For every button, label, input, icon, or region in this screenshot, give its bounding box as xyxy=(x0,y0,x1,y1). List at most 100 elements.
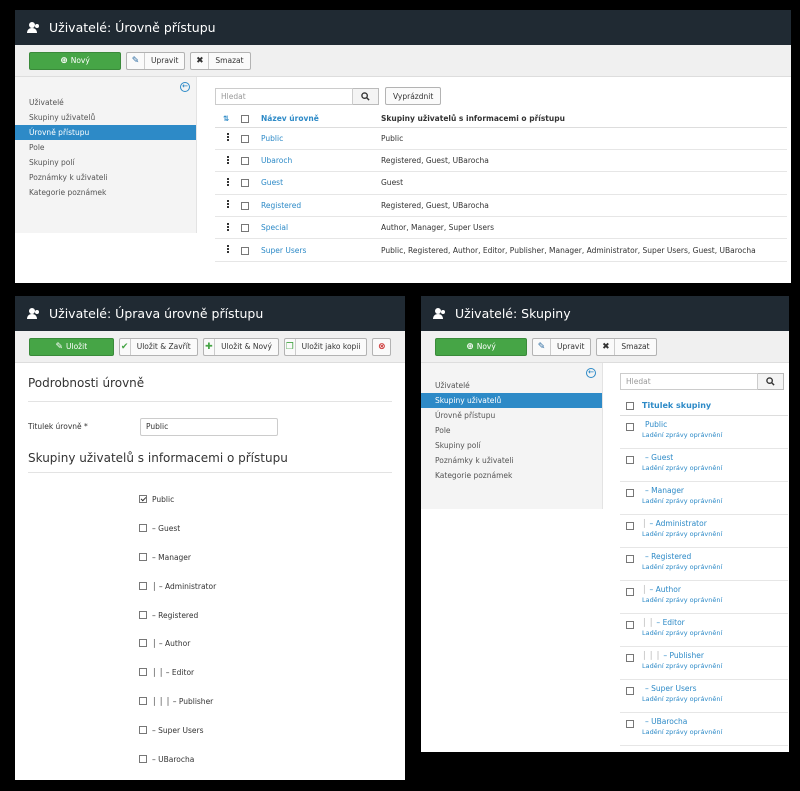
debug-permissions-link[interactable]: Ladění zprávy oprávnění xyxy=(642,728,722,736)
debug-permissions-link[interactable]: Ladění zprávy oprávnění xyxy=(642,563,722,571)
drag-handle-icon[interactable] xyxy=(227,200,229,209)
delete-button[interactable]: ✖ Smazat xyxy=(596,337,657,356)
sidebar-item-fields[interactable]: Pole xyxy=(15,140,196,155)
group-checkbox[interactable] xyxy=(139,697,147,706)
select-all-checkbox[interactable] xyxy=(626,401,634,410)
row-checkbox[interactable] xyxy=(241,179,249,188)
drag-handle-icon[interactable] xyxy=(227,177,229,186)
row-checkbox[interactable] xyxy=(626,621,634,629)
row-checkbox[interactable] xyxy=(241,157,249,166)
group-name-link[interactable]: Registered xyxy=(651,552,691,561)
sidebar-item-field-groups[interactable]: Skupiny polí xyxy=(15,155,196,170)
debug-permissions-link[interactable]: Ladění zprávy oprávnění xyxy=(642,464,722,472)
level-title-input[interactable]: Public xyxy=(140,418,278,436)
group-checkbox[interactable] xyxy=(139,755,147,764)
group-name-link[interactable]: Publisher xyxy=(669,651,703,660)
debug-permissions-link[interactable]: Ladění zprávy oprávnění xyxy=(642,662,722,670)
group-checkbox[interactable] xyxy=(139,523,147,532)
sidebar-item-fields[interactable]: Pole xyxy=(421,423,602,438)
group-checkbox[interactable] xyxy=(139,495,147,503)
row-checkbox[interactable] xyxy=(626,654,634,662)
group-checkbox-item[interactable]: – UBarocha xyxy=(139,755,216,780)
search-button[interactable] xyxy=(758,373,784,390)
drag-handle-icon[interactable] xyxy=(227,245,229,254)
new-button[interactable]: ⊕ Nový xyxy=(435,337,527,356)
row-checkbox[interactable] xyxy=(626,720,634,728)
drag-handle-icon[interactable] xyxy=(227,155,229,164)
collapse-sidebar-icon[interactable]: ← xyxy=(586,368,596,378)
group-checkbox[interactable] xyxy=(139,610,147,619)
sidebar-item-users[interactable]: Uživatelé xyxy=(15,95,196,110)
search-input[interactable]: Hledat xyxy=(620,373,758,390)
row-checkbox[interactable] xyxy=(626,555,634,563)
group-name-link[interactable]: UBarocha xyxy=(651,717,687,726)
drag-handle-icon[interactable] xyxy=(227,222,229,231)
row-checkbox[interactable] xyxy=(626,423,634,431)
group-name-link[interactable]: Administrator xyxy=(656,519,707,528)
row-checkbox[interactable] xyxy=(241,201,249,210)
level-name-link[interactable]: Guest xyxy=(261,172,381,194)
group-name-link[interactable]: Manager xyxy=(651,486,684,495)
level-name-link[interactable]: Ubaroch xyxy=(261,149,381,171)
new-button[interactable]: ⊕ Nový xyxy=(29,51,121,70)
search-input[interactable]: Hledat xyxy=(215,87,353,105)
group-name-link[interactable]: Editor xyxy=(663,618,685,627)
row-checkbox[interactable] xyxy=(241,134,249,143)
group-checkbox[interactable] xyxy=(139,668,147,677)
sidebar-item-note-categories[interactable]: Kategorie poznámek xyxy=(15,185,196,200)
row-checkbox[interactable] xyxy=(626,489,634,497)
edit-button[interactable]: ✎ Upravit xyxy=(126,51,186,70)
level-name-link[interactable]: Special xyxy=(261,217,381,239)
group-checkbox-item[interactable]: │ – Administrator xyxy=(139,581,216,611)
column-level-name[interactable]: Název úrovně xyxy=(261,110,381,127)
sidebar-item-users[interactable]: Uživatelé xyxy=(421,378,602,393)
save-new-button[interactable]: ✚ Uložit & Nový xyxy=(202,337,279,356)
sidebar-item-notes[interactable]: Poznámky k uživateli xyxy=(15,170,196,185)
row-checkbox[interactable] xyxy=(626,588,634,596)
search-button[interactable] xyxy=(353,87,379,105)
group-checkbox-item[interactable]: – Manager xyxy=(139,552,216,582)
debug-permissions-link[interactable]: Ladění zprávy oprávnění xyxy=(642,431,722,439)
clear-button[interactable]: Vyprázdnit xyxy=(385,87,442,105)
debug-permissions-link[interactable]: Ladění zprávy oprávnění xyxy=(642,629,722,637)
group-name-link[interactable]: Guest xyxy=(651,453,673,462)
sidebar-item-note-categories[interactable]: Kategorie poznámek xyxy=(421,468,602,483)
save-button[interactable]: ✎ Uložit xyxy=(29,337,114,356)
row-checkbox[interactable] xyxy=(241,246,249,255)
level-name-link[interactable]: Registered xyxy=(261,194,381,216)
group-checkbox-item[interactable]: │ │ – Editor xyxy=(139,668,216,697)
group-name-link[interactable]: Author xyxy=(656,585,681,594)
group-checkbox-item[interactable]: Public xyxy=(139,495,216,524)
sidebar-item-groups[interactable]: Skupiny uživatelů xyxy=(421,393,602,408)
group-checkbox-item[interactable]: – Super Users xyxy=(139,726,216,755)
delete-button[interactable]: ✖ Smazat xyxy=(190,51,251,70)
group-checkbox-item[interactable]: – Guest xyxy=(139,523,216,553)
sidebar-item-field-groups[interactable]: Skupiny polí xyxy=(421,438,602,453)
row-checkbox[interactable] xyxy=(241,224,249,233)
debug-permissions-link[interactable]: Ladění zprávy oprávnění xyxy=(642,596,722,604)
sort-icon[interactable]: ⇅ xyxy=(215,110,241,127)
sidebar-item-notes[interactable]: Poznámky k uživateli xyxy=(421,453,602,468)
group-checkbox-item[interactable]: – Registered xyxy=(139,610,216,640)
close-button[interactable]: ⊗ xyxy=(372,337,391,356)
group-checkbox-item[interactable]: │ – Author xyxy=(139,639,216,668)
group-name-link[interactable]: Super Users xyxy=(651,684,696,693)
drag-handle-icon[interactable] xyxy=(227,133,229,142)
sidebar-item-access-levels[interactable]: Úrovně přístupu xyxy=(421,408,602,423)
row-checkbox[interactable] xyxy=(626,456,634,464)
group-name-link[interactable]: Public xyxy=(645,420,667,429)
debug-permissions-link[interactable]: Ladění zprávy oprávnění xyxy=(642,530,722,538)
group-checkbox[interactable] xyxy=(139,552,147,561)
debug-permissions-link[interactable]: Ladění zprávy oprávnění xyxy=(642,695,722,703)
row-checkbox[interactable] xyxy=(626,687,634,695)
column-group-title[interactable]: Titulek skupiny xyxy=(642,401,711,410)
collapse-sidebar-icon[interactable]: ← xyxy=(180,82,190,92)
level-name-link[interactable]: Public xyxy=(261,127,381,149)
group-checkbox[interactable] xyxy=(139,581,147,590)
select-all-checkbox[interactable] xyxy=(241,114,249,123)
debug-permissions-link[interactable]: Ladění zprávy oprávnění xyxy=(642,497,722,505)
edit-button[interactable]: ✎ Upravit xyxy=(532,337,592,356)
group-checkbox[interactable] xyxy=(139,726,147,735)
sidebar-item-groups[interactable]: Skupiny uživatelů xyxy=(15,110,196,125)
sidebar-item-access-levels[interactable]: Úrovně přístupu xyxy=(15,125,196,140)
